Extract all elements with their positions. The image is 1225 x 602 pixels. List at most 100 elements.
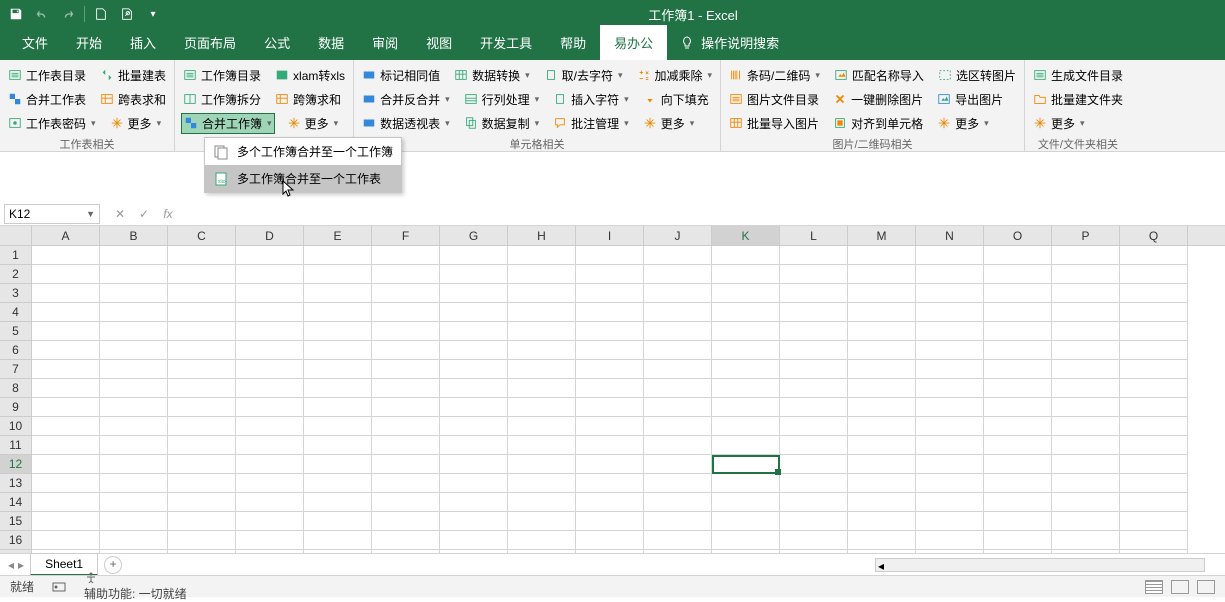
tab-yibangong[interactable]: 易办公 bbox=[600, 25, 667, 60]
mark-same-button[interactable]: 标记相同值 bbox=[360, 66, 442, 85]
row-header-8[interactable]: 8 bbox=[0, 379, 32, 398]
fill-down-button[interactable]: 向下填充 bbox=[641, 90, 711, 109]
col-header-D[interactable]: D bbox=[236, 226, 304, 245]
more-4-button[interactable]: 更多▾ bbox=[935, 114, 991, 133]
col-header-J[interactable]: J bbox=[644, 226, 712, 245]
sheet-nav[interactable]: ◂ ▸ bbox=[8, 558, 24, 572]
get-remove-char-button[interactable]: 取/去字符▾ bbox=[542, 66, 625, 85]
selection-to-image-button[interactable]: 选区转图片 bbox=[936, 66, 1018, 85]
tab-formulas[interactable]: 公式 bbox=[250, 25, 304, 60]
barcode-qr-button[interactable]: 条码/二维码▾ bbox=[727, 66, 822, 85]
row-header-6[interactable]: 6 bbox=[0, 341, 32, 360]
sheet-password-button[interactable]: 工作表密码▾ bbox=[6, 114, 98, 133]
row-header-5[interactable]: 5 bbox=[0, 322, 32, 341]
tab-pagelayout[interactable]: 页面布局 bbox=[170, 25, 250, 60]
record-macro-button[interactable] bbox=[52, 580, 66, 594]
col-header-F[interactable]: F bbox=[372, 226, 440, 245]
row-header-13[interactable]: 13 bbox=[0, 474, 32, 493]
more-5-button[interactable]: 更多▾ bbox=[1031, 114, 1087, 133]
insert-char-button[interactable]: 插入字符▾ bbox=[551, 90, 631, 109]
split-workbook-button[interactable]: 工作簿拆分 bbox=[181, 90, 263, 109]
qat-customize-button[interactable]: ▾ bbox=[141, 2, 165, 26]
merge-unmerge-button[interactable]: 合并反合并▾ bbox=[360, 90, 452, 109]
row-header-12[interactable]: 12 bbox=[0, 455, 32, 474]
image-file-toc-button[interactable]: 图片文件目录 bbox=[727, 90, 821, 109]
tab-help[interactable]: 帮助 bbox=[546, 25, 600, 60]
match-name-import-button[interactable]: 匹配名称导入 bbox=[832, 66, 926, 85]
preview-button[interactable] bbox=[115, 2, 139, 26]
row-header-1[interactable]: 1 bbox=[0, 246, 32, 265]
name-box[interactable]: K12 ▼ bbox=[4, 204, 100, 224]
horizontal-scrollbar[interactable]: ◂ bbox=[875, 558, 1205, 572]
accept-formula-button[interactable]: ✓ bbox=[134, 207, 154, 221]
col-header-L[interactable]: L bbox=[780, 226, 848, 245]
tab-file[interactable]: 文件 bbox=[8, 25, 62, 60]
tab-developer[interactable]: 开发工具 bbox=[466, 25, 546, 60]
sheet-prev-icon[interactable]: ◂ bbox=[8, 558, 14, 572]
save-button[interactable] bbox=[4, 2, 28, 26]
new-button[interactable] bbox=[89, 2, 113, 26]
row-header-16[interactable]: 16 bbox=[0, 531, 32, 550]
tab-view[interactable]: 视图 bbox=[412, 25, 466, 60]
col-header-I[interactable]: I bbox=[576, 226, 644, 245]
col-header-M[interactable]: M bbox=[848, 226, 916, 245]
col-header-E[interactable]: E bbox=[304, 226, 372, 245]
cross-sheet-sum-button[interactable]: 跨表求和 bbox=[98, 90, 168, 109]
row-header-9[interactable]: 9 bbox=[0, 398, 32, 417]
row-header-2[interactable]: 2 bbox=[0, 265, 32, 284]
col-header-Q[interactable]: Q bbox=[1120, 226, 1188, 245]
status-accessibility[interactable]: 辅助功能: 一切就绪 bbox=[84, 571, 187, 602]
more-2-button[interactable]: 更多▾ bbox=[285, 114, 341, 133]
pivot-table-button[interactable]: 数据透视表▾ bbox=[360, 114, 452, 133]
col-header-C[interactable]: C bbox=[168, 226, 236, 245]
page-break-view-button[interactable] bbox=[1197, 580, 1215, 594]
tab-home[interactable]: 开始 bbox=[62, 25, 116, 60]
row-header-3[interactable]: 3 bbox=[0, 284, 32, 303]
dropdown-merge-to-workbook[interactable]: 多个工作簿合并至一个工作簿 bbox=[205, 138, 401, 165]
cross-book-sum-button[interactable]: 跨簿求和 bbox=[273, 90, 343, 109]
redo-button[interactable] bbox=[56, 2, 80, 26]
row-header-11[interactable]: 11 bbox=[0, 436, 32, 455]
tab-review[interactable]: 审阅 bbox=[358, 25, 412, 60]
row-col-process-button[interactable]: 行列处理▾ bbox=[462, 90, 542, 109]
merge-sheets-button[interactable]: 合并工作表 bbox=[6, 90, 88, 109]
workbook-toc-button[interactable]: 工作簿目录 bbox=[181, 66, 263, 85]
batch-create-folders-button[interactable]: 批量建文件夹 bbox=[1031, 90, 1125, 109]
col-header-O[interactable]: O bbox=[984, 226, 1052, 245]
row-header-15[interactable]: 15 bbox=[0, 512, 32, 531]
more-3-button[interactable]: 更多▾ bbox=[641, 114, 697, 133]
col-header-A[interactable]: A bbox=[32, 226, 100, 245]
more-1-button[interactable]: 更多▾ bbox=[108, 114, 164, 133]
fx-button[interactable]: fx bbox=[158, 207, 178, 221]
arithmetic-button[interactable]: 加减乘除▾ bbox=[635, 66, 715, 85]
page-layout-view-button[interactable] bbox=[1171, 580, 1189, 594]
col-header-G[interactable]: G bbox=[440, 226, 508, 245]
tell-me-search[interactable]: 操作说明搜索 bbox=[667, 25, 791, 60]
merge-workbooks-button[interactable]: 合并工作簿▾ bbox=[181, 113, 275, 134]
col-header-K[interactable]: K bbox=[712, 226, 780, 245]
normal-view-button[interactable] bbox=[1145, 580, 1163, 594]
row-header-14[interactable]: 14 bbox=[0, 493, 32, 512]
export-image-button[interactable]: 导出图片 bbox=[935, 90, 1005, 109]
select-all-corner[interactable] bbox=[0, 226, 32, 245]
row-header-10[interactable]: 10 bbox=[0, 417, 32, 436]
row-header-7[interactable]: 7 bbox=[0, 360, 32, 379]
sheet-next-icon[interactable]: ▸ bbox=[18, 558, 24, 572]
row-header-4[interactable]: 4 bbox=[0, 303, 32, 322]
comment-manage-button[interactable]: 批注管理▾ bbox=[551, 114, 631, 133]
col-header-P[interactable]: P bbox=[1052, 226, 1120, 245]
xlam-to-xls-button[interactable]: xlam转xls bbox=[273, 66, 347, 85]
col-header-B[interactable]: B bbox=[100, 226, 168, 245]
batch-create-sheets-button[interactable]: 批量建表 bbox=[98, 66, 168, 85]
data-convert-button[interactable]: 数据转换▾ bbox=[452, 66, 532, 85]
align-to-cell-button[interactable]: 对齐到单元格 bbox=[831, 114, 925, 133]
undo-button[interactable] bbox=[30, 2, 54, 26]
data-copy-button[interactable]: 数据复制▾ bbox=[462, 114, 542, 133]
dropdown-merge-to-sheet[interactable]: xlsx 多工作簿合并至一个工作表 bbox=[205, 165, 401, 192]
gen-file-toc-button[interactable]: 生成文件目录 bbox=[1031, 66, 1125, 85]
batch-import-image-button[interactable]: 批量导入图片 bbox=[727, 114, 821, 133]
cells-area[interactable] bbox=[32, 246, 1188, 566]
col-header-H[interactable]: H bbox=[508, 226, 576, 245]
cancel-formula-button[interactable]: ✕ bbox=[110, 207, 130, 221]
col-header-N[interactable]: N bbox=[916, 226, 984, 245]
